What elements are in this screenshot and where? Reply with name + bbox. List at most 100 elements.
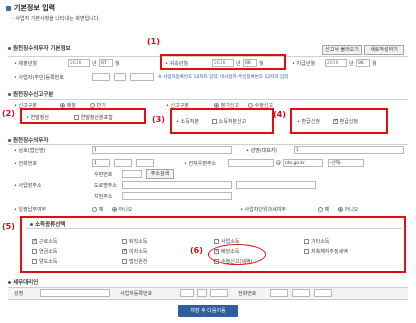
- radio-icon: [318, 207, 323, 212]
- belong-year-label: • 귀속년월: [165, 61, 188, 67]
- year-settle-label: • 연말정산: [26, 115, 49, 121]
- checkbox-icon: [304, 249, 309, 254]
- income-wage-checkbox[interactable]: 근로소득: [32, 238, 57, 245]
- address-label: • 사업장주소: [14, 183, 42, 189]
- checkbox-icon: [122, 248, 127, 254]
- checkbox-icon: [74, 115, 79, 120]
- section-report: 원천징수신고구분: [8, 90, 53, 98]
- bullet-icon: [8, 92, 11, 96]
- income-interest-checkbox[interactable]: 이자소득: [122, 248, 147, 255]
- belong-month-select[interactable]: 06: [243, 59, 257, 67]
- income-corp-checkbox[interactable]: 법인원천: [122, 258, 147, 265]
- bizno-input-3[interactable]: [130, 73, 154, 81]
- agent-phone-input-1[interactable]: [270, 289, 288, 297]
- email-domain-select[interactable]: -선택-: [328, 159, 364, 167]
- batch-no[interactable]: 아니오: [112, 206, 132, 213]
- checkbox-icon: [122, 239, 127, 244]
- rep-name-label: • 성명(대표자): [246, 148, 278, 154]
- unit-tax-label: • 사업자단위과세여부: [240, 207, 286, 213]
- agent-name-input[interactable]: [40, 289, 110, 297]
- load-report-button[interactable]: 신고서 불러오기: [322, 45, 362, 55]
- road-address-label: 도로명주소: [94, 183, 118, 189]
- checkbox-icon: [304, 239, 309, 244]
- section-tax-agent: 세무대리인: [8, 278, 38, 286]
- checkbox-icon: [32, 238, 37, 244]
- submit-year-input[interactable]: 2016: [68, 59, 90, 67]
- section-basic: 원천징수의무자 기본정보: [8, 44, 71, 52]
- highlight-box-5: [20, 216, 406, 273]
- agent-phone-input-2[interactable]: [292, 289, 310, 297]
- submit-year-label: • 제출년월: [14, 61, 37, 67]
- radio-icon: [338, 207, 343, 212]
- phone-input-2[interactable]: [114, 159, 132, 167]
- agent-bizno-input-2[interactable]: [197, 289, 207, 297]
- agent-phone-label: 전화번호: [238, 291, 257, 297]
- agent-bizno-input-1[interactable]: [180, 289, 194, 297]
- checkbox-icon: [32, 259, 37, 264]
- road-address-input[interactable]: [122, 181, 232, 189]
- address-search-button[interactable]: 주소검색: [146, 169, 174, 179]
- bizno-label: • 사업자(주민)등록번호: [14, 75, 64, 81]
- zip-input[interactable]: [122, 170, 142, 178]
- checkbox-icon: [333, 118, 338, 124]
- income-retire-checkbox[interactable]: 퇴직소득: [122, 238, 147, 245]
- phone-input-3[interactable]: [136, 159, 154, 167]
- income-other-checkbox[interactable]: 기타소득: [304, 238, 329, 245]
- year-settle-checkbox[interactable]: 연말정산분포함: [74, 114, 113, 121]
- page-title: 기본정보 입력: [6, 3, 55, 13]
- bizno-input-1[interactable]: [92, 73, 110, 81]
- bullet-icon: [8, 138, 11, 142]
- bullet-icon: [8, 280, 11, 284]
- checkbox-icon: [32, 249, 37, 254]
- unit-yes[interactable]: 예: [318, 206, 329, 213]
- annotation-1: (1): [147, 37, 160, 46]
- agent-bizno-input-3[interactable]: [210, 289, 228, 297]
- bullet-icon: [8, 46, 11, 50]
- belong-year-input[interactable]: 2016: [212, 59, 234, 67]
- pay-month-select[interactable]: 06: [356, 59, 370, 67]
- annotation-4: (4): [273, 110, 286, 119]
- radio-icon: [112, 207, 117, 212]
- refund-checkbox[interactable]: 환급신청: [333, 118, 358, 125]
- agent-name-label: 성명: [14, 291, 24, 297]
- pay-year-label: • 지급년월: [292, 61, 315, 67]
- income-dispose-checkbox[interactable]: 소득처분신고: [212, 118, 246, 125]
- income-transfer-checkbox[interactable]: 양도소득: [32, 258, 57, 265]
- phone-input-1[interactable]: 1: [92, 159, 110, 167]
- bizno-input-2[interactable]: [114, 73, 126, 81]
- zip-label: 우편번호: [94, 172, 113, 178]
- jibun-address-label: 지번주소: [94, 194, 113, 200]
- save-next-button[interactable]: 저장 후 다음이동: [178, 305, 238, 317]
- agent-phone-input-3[interactable]: [314, 289, 332, 297]
- new-report-button[interactable]: 새로작성하기: [364, 45, 404, 55]
- phone-label: • 전화번호: [14, 161, 37, 167]
- batch-pay-label: • 일괄납부여부: [14, 207, 47, 213]
- batch-yes[interactable]: 예: [92, 206, 103, 213]
- road-address-detail-input[interactable]: [236, 181, 316, 189]
- email-domain-input[interactable]: nts.go.kr: [283, 159, 323, 167]
- income-pension-checkbox[interactable]: 연금소득: [32, 248, 57, 255]
- annotation-3: (3): [152, 115, 165, 124]
- annotation-2: (2): [2, 109, 15, 118]
- bullet-icon: [30, 222, 33, 226]
- checkbox-icon: [214, 239, 219, 244]
- income-savings-checkbox[interactable]: 저축해지추징세액: [304, 248, 348, 255]
- radio-icon: [92, 207, 97, 212]
- checkbox-icon: [122, 259, 127, 264]
- agent-bizno-label: 사업자등록번호: [120, 291, 153, 297]
- section-income: 소득종류선택: [30, 220, 65, 228]
- annotation-5: (5): [2, 222, 15, 231]
- email-id-input[interactable]: [228, 159, 274, 167]
- email-label: • 전자우편주소: [184, 161, 217, 167]
- jibun-address-input[interactable]: [122, 192, 232, 200]
- submit-month-select[interactable]: 07: [99, 59, 113, 67]
- title-icon: [6, 5, 11, 11]
- bizno-hint: ※ 사업자등록번호 10자리 입력, 비사업자 주민등록번호 13자리 입력: [158, 75, 289, 80]
- pay-year-input[interactable]: 2016: [325, 59, 347, 67]
- rep-name-input[interactable]: 1: [294, 146, 404, 154]
- company-name-label: • 상호(법인명): [14, 148, 46, 154]
- refund-label: • 환급신청: [297, 119, 320, 125]
- company-name-input[interactable]: 1: [92, 146, 232, 154]
- unit-no[interactable]: 아니오: [338, 206, 358, 213]
- income-dispose-label: • 소득처분: [176, 119, 199, 125]
